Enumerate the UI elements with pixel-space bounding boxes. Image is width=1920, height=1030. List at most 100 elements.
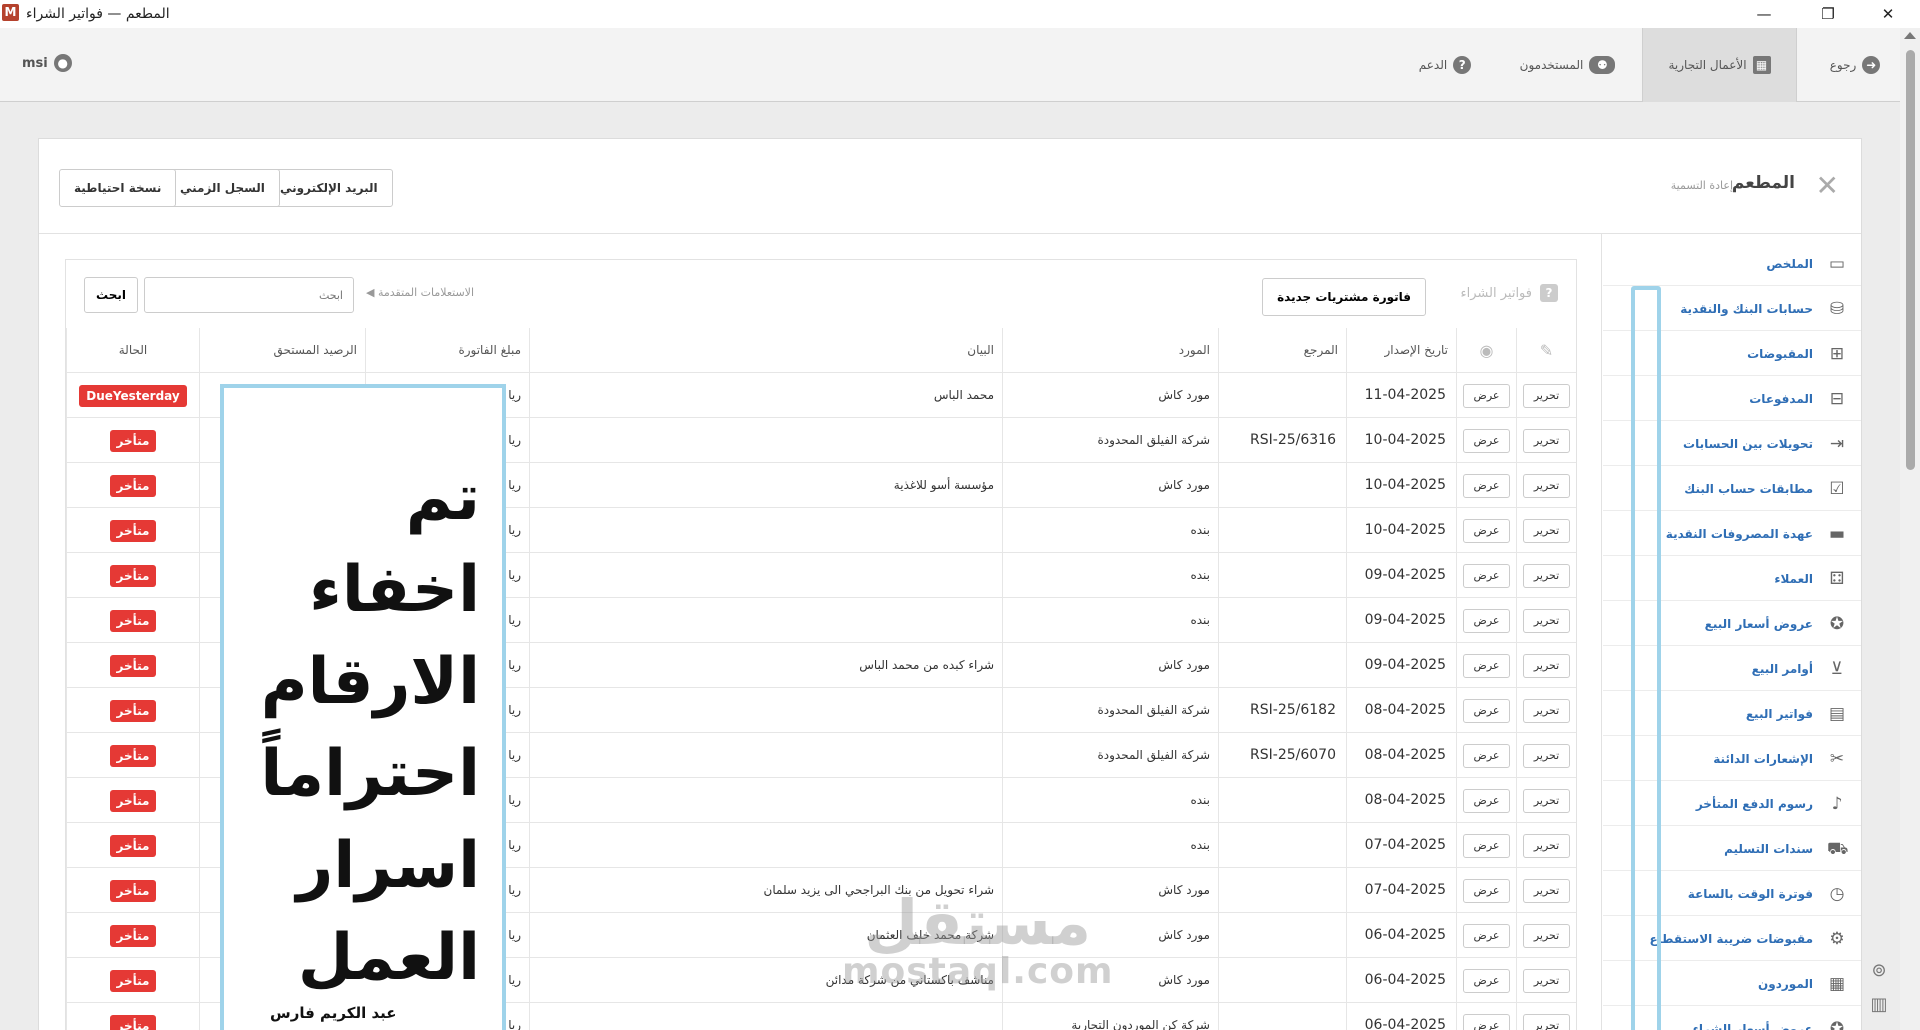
edit-button[interactable]: تحرير — [1522, 518, 1571, 543]
cell-issue-date: 08-04-2025 — [1346, 778, 1456, 823]
edit-button[interactable]: تحرير — [1522, 1013, 1571, 1030]
edit-button[interactable]: تحرير — [1522, 653, 1571, 678]
sidebar-item-0[interactable]: الملخص ▭ — [1603, 242, 1861, 286]
close-window-button[interactable]: ✕ — [1866, 0, 1910, 28]
view-button[interactable]: عرض — [1462, 833, 1511, 858]
cell-reference — [1218, 643, 1346, 688]
view-button[interactable]: عرض — [1462, 608, 1511, 633]
gamepad-icon[interactable]: ⊚ — [1866, 960, 1892, 981]
edit-button[interactable]: تحرير — [1522, 698, 1571, 723]
col-invoice-amount[interactable]: مبلغ الفاتورة — [365, 328, 529, 373]
sidebar-item-label: المدفوعات — [1749, 391, 1813, 406]
view-button[interactable]: عرض — [1462, 563, 1511, 588]
col-supplier[interactable]: المورد — [1002, 328, 1218, 373]
edit-button[interactable]: تحرير — [1522, 383, 1571, 408]
question-icon: ? — [1453, 56, 1472, 74]
users-board-icon: ⚃ — [1829, 568, 1845, 589]
tab-users[interactable]: ⚉ المستخدمون — [1515, 28, 1620, 102]
view-column-icon: ◉ — [1456, 328, 1516, 373]
cell-supplier: بنده — [1002, 553, 1218, 598]
view-button[interactable]: عرض — [1462, 788, 1511, 813]
scroll-up-icon[interactable] — [1904, 32, 1916, 39]
status-badge: متأخر — [109, 789, 157, 812]
user-menu[interactable]: msi ● — [22, 54, 72, 72]
edit-button-cell: تحرير — [1516, 778, 1576, 823]
advanced-search-link[interactable]: ◀ الاستعلامات المتقدمة — [366, 286, 474, 299]
credit-card-icon: ▬ — [1828, 523, 1846, 544]
col-reference[interactable]: المرجع — [1218, 328, 1346, 373]
col-balance-due[interactable]: الرصيد المستحق — [199, 328, 365, 373]
status-badge: متأخر — [109, 699, 157, 722]
col-description[interactable]: البيان — [529, 328, 1002, 373]
tab-business[interactable]: ▦ الأعمال التجارية — [1642, 28, 1797, 102]
minimize-button[interactable]: — — [1742, 0, 1786, 28]
email-button[interactable]: البريد الإلكتروني — [265, 169, 393, 207]
backup-button[interactable]: نسخة احتياطية — [59, 169, 177, 207]
back-button[interactable]: ➜ رجوع — [1820, 28, 1890, 102]
cell-reference — [1218, 778, 1346, 823]
scrollbar-thumb[interactable] — [1906, 50, 1915, 470]
view-button[interactable]: عرض — [1462, 923, 1511, 948]
app-logo-icon: M — [2, 4, 19, 21]
search-input[interactable] — [144, 277, 354, 313]
search-button[interactable]: ابحث — [84, 277, 138, 313]
sidebar-item-label: مطابقات حساب البنك — [1684, 481, 1813, 496]
cell-supplier: مورد كاش — [1002, 643, 1218, 688]
watermark-arabic: مستقل — [864, 886, 1092, 959]
sidebar-item-label: فواتير البيع — [1745, 706, 1813, 721]
toolbar: فواتير الشراء ? فاتورة مشتريات جديدة ◀ ا… — [66, 260, 1576, 328]
view-button[interactable]: عرض — [1462, 653, 1511, 678]
cell-reference: RSI-25/6182 — [1218, 688, 1346, 733]
view-button[interactable]: عرض — [1462, 878, 1511, 903]
view-button-cell: عرض — [1456, 463, 1516, 508]
edit-button[interactable]: تحرير — [1522, 878, 1571, 903]
cell-supplier: شركة كن الموردون التجارية — [1002, 1003, 1218, 1030]
edit-button[interactable]: تحرير — [1522, 473, 1571, 498]
user-avatar-icon: ● — [53, 54, 72, 72]
cell-description — [529, 688, 1002, 733]
view-button[interactable]: عرض — [1462, 1013, 1511, 1030]
edit-button[interactable]: تحرير — [1522, 968, 1571, 993]
edit-button[interactable]: تحرير — [1522, 923, 1571, 948]
info-icon[interactable]: ? — [1540, 284, 1558, 302]
col-status[interactable]: الحالة — [66, 328, 199, 373]
cell-reference — [1218, 958, 1346, 1003]
window-title: المطعم — فواتير الشراء — [26, 6, 170, 22]
view-button[interactable]: عرض — [1462, 968, 1511, 993]
sidebar-item-label: أوامر البيع — [1751, 661, 1813, 676]
edit-button[interactable]: تحرير — [1522, 833, 1571, 858]
tab-support[interactable]: ? الدعم — [1405, 28, 1485, 102]
edit-button[interactable]: تحرير — [1522, 428, 1571, 453]
view-button[interactable]: عرض — [1462, 698, 1511, 723]
business-label: الأعمال التجارية — [1668, 58, 1747, 72]
close-icon[interactable]: ✕ — [1816, 169, 1839, 202]
edit-button[interactable]: تحرير — [1522, 788, 1571, 813]
cell-issue-date: 06-04-2025 — [1346, 958, 1456, 1003]
view-button[interactable]: عرض — [1462, 518, 1511, 543]
cell-issue-date: 11-04-2025 — [1346, 373, 1456, 418]
book-icon[interactable]: ▥ — [1866, 994, 1892, 1015]
cell-reference: RSI-25/6070 — [1218, 733, 1346, 778]
rename-link[interactable]: إعادة التسمية — [1671, 179, 1733, 192]
edit-button[interactable]: تحرير — [1522, 743, 1571, 768]
edit-button[interactable]: تحرير — [1522, 608, 1571, 633]
quote-purchase-icon: ✪ — [1829, 1018, 1845, 1030]
edit-button-cell: تحرير — [1516, 688, 1576, 733]
maximize-button[interactable]: ❐ — [1806, 0, 1850, 28]
view-button-cell: عرض — [1456, 823, 1516, 868]
view-button-cell: عرض — [1456, 373, 1516, 418]
edit-button-cell: تحرير — [1516, 643, 1576, 688]
cell-issue-date: 07-04-2025 — [1346, 823, 1456, 868]
view-button[interactable]: عرض — [1462, 383, 1511, 408]
view-button[interactable]: عرض — [1462, 428, 1511, 453]
col-issue-date[interactable]: تاريخ الإصدار — [1346, 328, 1456, 373]
new-purchase-invoice-button[interactable]: فاتورة مشتريات جديدة — [1262, 278, 1426, 316]
section-title-text: فواتير الشراء — [1460, 285, 1532, 301]
privacy-message: تم اخفاء الارقام احتراماً اسرار العمل — [260, 461, 480, 995]
view-button[interactable]: عرض — [1462, 743, 1511, 768]
history-button[interactable]: السجل الزمني — [165, 169, 280, 207]
highlight-frame — [1631, 286, 1661, 1030]
edit-button[interactable]: تحرير — [1522, 563, 1571, 588]
view-button[interactable]: عرض — [1462, 473, 1511, 498]
sidebar-item-label: رسوم الدفع المتأخر — [1695, 796, 1813, 811]
